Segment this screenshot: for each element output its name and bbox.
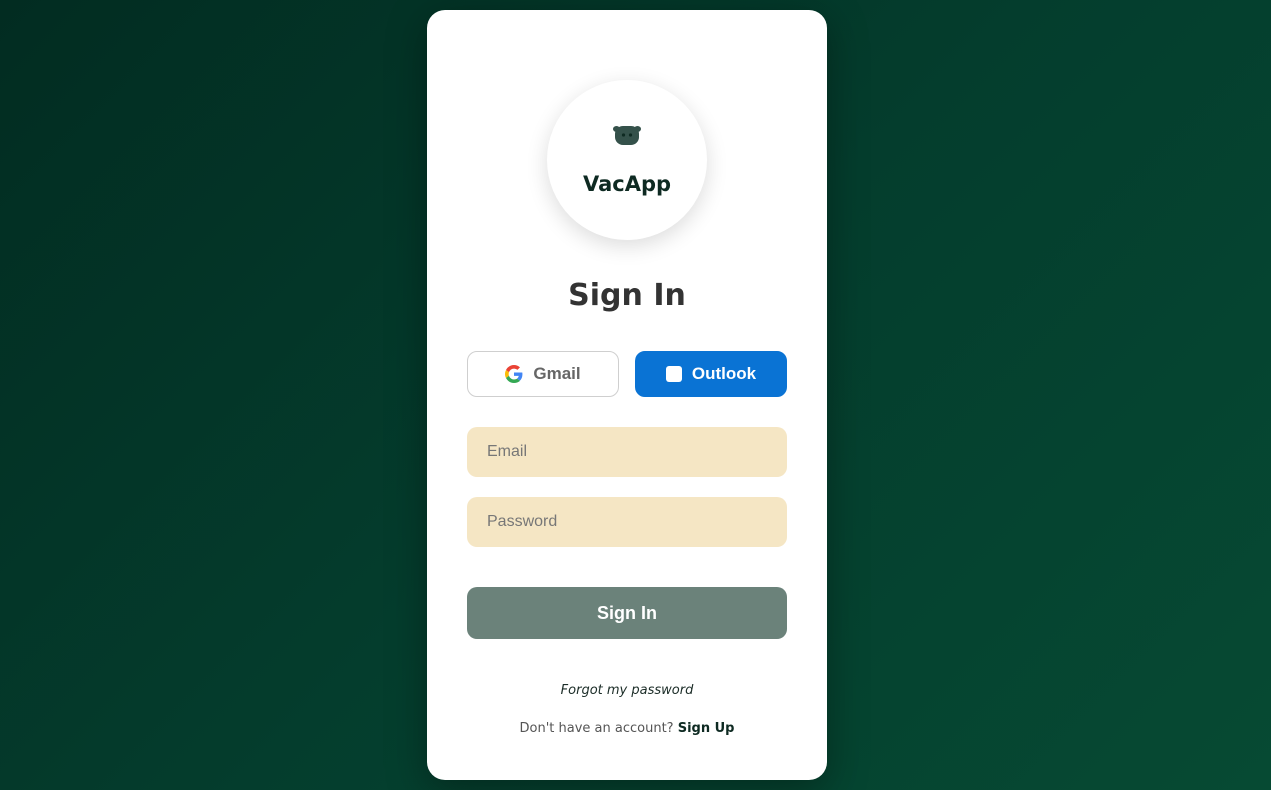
gmail-button[interactable]: Gmail <box>467 351 619 397</box>
app-name: VacApp <box>582 172 672 196</box>
gmail-label: Gmail <box>533 364 581 383</box>
sign-up-link[interactable]: Sign Up <box>678 721 735 736</box>
sign-in-button[interactable]: Sign In <box>467 587 787 639</box>
google-icon <box>505 365 523 383</box>
forgot-password-link[interactable]: Forgot my password <box>427 683 827 698</box>
logo-badge: VacApp <box>547 80 707 240</box>
no-account-text: Don't have an account? <box>519 721 674 736</box>
outlook-button[interactable]: Outlook <box>635 351 787 397</box>
password-field[interactable] <box>467 497 787 547</box>
login-card: VacApp Sign In Gmail Outlook Sign In For… <box>427 10 827 780</box>
email-field[interactable] <box>467 427 787 477</box>
cow-head-icon <box>613 126 641 145</box>
outlook-label: Outlook <box>691 364 757 383</box>
page-title: Sign In <box>568 278 686 313</box>
signup-prompt: Don't have an account? Sign Up <box>427 721 827 736</box>
outlook-icon <box>665 366 682 382</box>
